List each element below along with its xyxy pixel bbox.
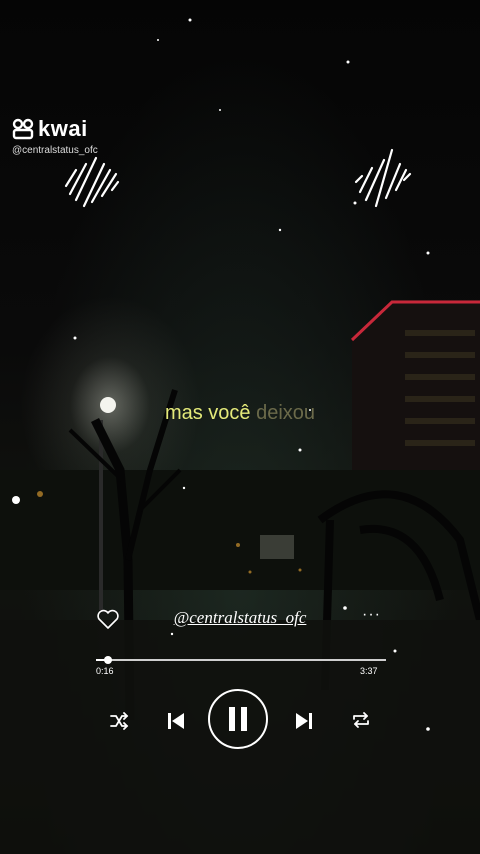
lyric-highlighted: mas você: [164, 402, 251, 424]
kwai-logo-icon: [12, 118, 34, 140]
video-screen: kwai @centralstatus_ofc mas você deixou …: [0, 0, 480, 854]
next-button[interactable]: [292, 709, 316, 733]
repeat-button[interactable]: [350, 709, 372, 731]
shuffle-icon: [110, 712, 129, 730]
lyric-upcoming: deixou: [256, 402, 316, 424]
kwai-watermark: kwai: [12, 116, 88, 142]
sound-wave-icon: [64, 156, 120, 208]
previous-icon: [168, 713, 184, 729]
progress-bar[interactable]: [96, 656, 386, 664]
author-handle[interactable]: @centralstatus_ofc: [0, 608, 480, 628]
total-duration: 3:37: [360, 666, 378, 676]
pause-button[interactable]: [208, 689, 268, 749]
sound-wave-icon: [354, 148, 412, 208]
lyric-line: mas você deixou: [0, 402, 480, 425]
pause-icon: [229, 707, 247, 731]
kwai-logo-text: kwai: [38, 116, 88, 141]
previous-button[interactable]: [164, 709, 188, 733]
more-icon[interactable]: ···: [362, 606, 381, 624]
elapsed-time: 0:16: [96, 666, 114, 676]
next-icon: [296, 713, 312, 729]
shuffle-button[interactable]: [108, 710, 130, 732]
progress-knob[interactable]: [103, 656, 112, 664]
repeat-icon: [353, 712, 369, 728]
